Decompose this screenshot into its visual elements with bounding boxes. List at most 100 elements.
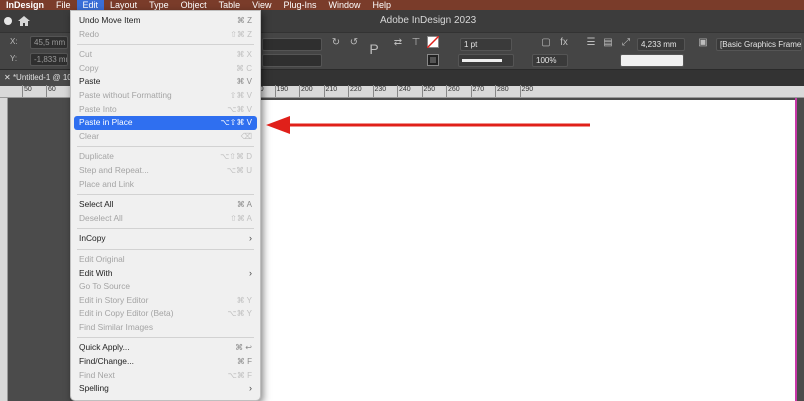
menubar-item-layout[interactable]: Layout <box>104 0 143 10</box>
menu-item-label: Paste in Place <box>79 117 133 128</box>
rotate-ccw-icon[interactable]: ↺ <box>348 37 360 49</box>
ruler-tick-mark <box>446 85 447 97</box>
menu-item-shortcut: ⌘ Y <box>236 295 252 305</box>
height-input[interactable] <box>262 54 322 67</box>
menu-item-shortcut: ⌥⌘ F <box>227 370 252 380</box>
frame-icon[interactable]: ▣ <box>697 37 709 49</box>
menu-item-undo-move-item[interactable]: Undo Move Item ⌘ Z <box>74 14 257 28</box>
y-position-input[interactable]: -1,833 mm <box>30 53 68 66</box>
ruler-tick-mark <box>348 85 349 97</box>
menu-item-label: InCopy <box>79 233 106 244</box>
menu-item-incopy[interactable]: InCopy › <box>74 232 257 246</box>
stroke-swatch-icon[interactable] <box>427 54 439 66</box>
ruler-tick-mark <box>274 85 276 97</box>
menu-bar: InDesign File Edit Layout Type Object Table Vie… <box>0 0 804 10</box>
menu-item-shortcut: ⌘ X <box>236 50 252 60</box>
menu-item-cut: Cut ⌘ X <box>74 48 257 62</box>
menu-item-label: Place and Link <box>79 178 134 189</box>
zoom-input[interactable]: 100% <box>532 54 568 67</box>
menu-item-label: Edit in Copy Editor (Beta) <box>79 308 174 319</box>
menubar-item-help[interactable]: Help <box>367 0 398 10</box>
menubar-item-type[interactable]: Type <box>143 0 175 10</box>
menu-separator <box>77 194 254 196</box>
ruler-tick-mark <box>470 85 472 97</box>
menu-item-select-all[interactable]: Select All ⌘ A <box>74 198 257 212</box>
align-icon[interactable]: ⊤ <box>410 37 422 49</box>
menu-item-paste-in-place[interactable]: Paste in Place ⌥⇧⌘ V <box>74 116 257 130</box>
ruler-tick-label: 260 <box>448 86 460 93</box>
submenu-arrow-icon: › <box>249 267 252 278</box>
menubar-item-window[interactable]: Window <box>323 0 367 10</box>
menu-item-label: Paste without Formatting <box>79 89 172 100</box>
tab-untitled[interactable]: ✕ *Untitled-1 @ 10 <box>0 70 70 86</box>
y-label: Y: <box>10 54 18 63</box>
window-title: Adobe InDesign 2023 <box>380 15 477 26</box>
frame-preview <box>620 54 684 67</box>
menu-item-shortcut: ⌥⌘ V <box>227 104 252 114</box>
object-style-select[interactable]: [Basic Graphics Frame] <box>716 38 802 51</box>
tab-label: *Untitled-1 @ 10 <box>12 73 70 82</box>
menu-item-find-change[interactable]: Find/Change... ⌘ F <box>74 355 257 369</box>
menu-item-label: Quick Apply... <box>79 342 130 353</box>
menu-separator <box>77 146 254 148</box>
submenu-arrow-icon: › <box>249 233 252 244</box>
ruler-tick-label: 250 <box>423 86 436 93</box>
menu-item-edit-with[interactable]: Edit With › <box>74 267 257 281</box>
menu-item-shortcut: ⌘ C <box>236 63 252 73</box>
fill-swatch-icon[interactable] <box>427 36 439 48</box>
wrap-around-icon[interactable]: ▤ <box>602 37 614 49</box>
x-label: X: <box>10 37 18 46</box>
document-page[interactable] <box>255 100 796 401</box>
menu-item-duplicate: Duplicate ⌥⇧⌘ D <box>74 150 257 164</box>
flip-icon[interactable]: ⇄ <box>392 37 404 49</box>
edit-menu-dropdown: Undo Move Item ⌘ Z Redo ⇧⌘ Z Cut ⌘ X Copy ⌘ C Pa… <box>70 10 261 401</box>
menubar-item-plug-ins[interactable]: Plug-Ins <box>277 0 322 10</box>
menu-item-shortcut: ⌘ A <box>236 200 252 210</box>
menu-item-shortcut: ⇧⌘ V <box>229 90 252 100</box>
stroke-weight-input[interactable]: 1 pt <box>460 38 512 51</box>
menu-item-spelling[interactable]: Spelling › <box>74 382 257 396</box>
menu-item-shortcut: ⌘ F <box>236 357 252 367</box>
menu-item-redo: Redo ⇧⌘ Z <box>74 28 257 42</box>
menu-item-copy: Copy ⌘ C <box>74 62 257 76</box>
opacity-icon[interactable]: ▢ <box>540 37 552 49</box>
menubar-item-edit[interactable]: Edit <box>76 0 105 10</box>
menu-item-clear: Clear ⌫ <box>74 130 257 144</box>
width-input[interactable] <box>262 38 322 51</box>
x-position-input[interactable]: 45,5 mm <box>30 36 68 49</box>
vertical-ruler[interactable] <box>0 98 8 401</box>
menubar-item-file[interactable]: File <box>50 0 77 10</box>
stroke-type-select[interactable] <box>458 54 514 67</box>
menu-item-label: Find Similar Images <box>79 321 154 332</box>
menu-item-shortcut: ⇧⌘ Z <box>230 29 252 39</box>
ruler-tick-label: 50 <box>24 86 32 93</box>
ruler-tick-label: 290 <box>521 86 534 93</box>
width-input-2[interactable]: 4,233 mm <box>637 38 685 51</box>
submenu-arrow-icon: › <box>249 383 252 394</box>
fit-icon[interactable]: ⤢ <box>620 37 632 49</box>
menu-item-paste[interactable]: Paste ⌘ V <box>74 75 257 89</box>
ruler-tick-label: 200 <box>301 86 313 93</box>
menu-item-edit-in-story-editor: Edit in Story Editor ⌘ Y <box>74 294 257 308</box>
menu-item-quick-apply[interactable]: Quick Apply... ⌘ ↩ <box>74 341 257 355</box>
fx-icon[interactable]: fx <box>558 37 570 49</box>
home-icon[interactable] <box>17 15 31 27</box>
rotate-icon[interactable]: ↻ <box>330 37 342 49</box>
menu-item-place-and-link: Place and Link <box>74 178 257 192</box>
ruler-tick-mark <box>495 85 496 97</box>
menu-item-shortcut: ⌥⇧⌘ V <box>220 118 252 128</box>
menu-item-label: Cut <box>79 49 93 60</box>
menu-item-label: Spelling <box>79 383 109 394</box>
menu-separator <box>77 228 254 230</box>
menubar-item-view[interactable]: View <box>246 0 277 10</box>
text-wrap-icon[interactable]: ☰ <box>585 37 597 49</box>
menu-item-label: Go To Source <box>79 281 131 292</box>
menu-item-label: Find Next <box>79 369 115 380</box>
menu-separator <box>77 337 254 339</box>
menubar-item-object[interactable]: Object <box>175 0 213 10</box>
menubar-item-table[interactable]: Table <box>213 0 247 10</box>
pen-icon[interactable]: P <box>368 42 380 56</box>
window-control[interactable] <box>4 17 12 25</box>
menu-item-shortcut: ⌘ Z <box>236 16 252 25</box>
menubar-item-indesign[interactable]: InDesign <box>0 0 50 10</box>
